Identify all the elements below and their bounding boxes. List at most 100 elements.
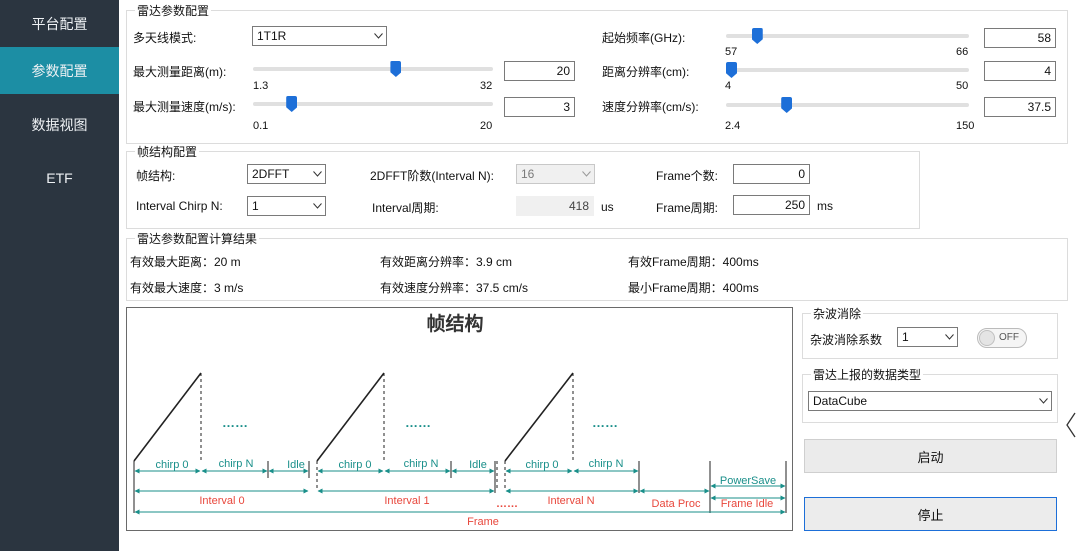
chevron-down-icon [373, 27, 383, 45]
clutter-coef-select[interactable]: 1 [897, 327, 958, 347]
frame-count-label: Frame个数: [656, 169, 719, 183]
label-chirp0-c: chirp 0 [525, 459, 558, 471]
chirp-ramp-0 [133, 372, 202, 462]
chevron-down-icon [581, 165, 591, 183]
label-intervalN: Interval N [547, 495, 594, 507]
label-chirpN-a: chirp N [219, 458, 254, 470]
frame-structure-diagram: 帧结构 …… …… …… chirp 0 chirp N Idle chirp … [126, 307, 793, 531]
speed-res-input[interactable]: 37.5 [984, 97, 1056, 117]
result-max-range: 有效最大距离：20 m [130, 255, 241, 269]
range-res-label: 距离分辨率(cm): [602, 65, 690, 79]
result-max-speed: 有效最大速度：3 m/s [130, 281, 244, 295]
antenna-mode-label: 多天线模式: [133, 31, 197, 45]
label-interval0: Interval 0 [199, 495, 244, 507]
start-freq-max: 66 [956, 46, 969, 58]
max-speed-min: 0.1 [253, 120, 269, 132]
max-speed-label: 最大测量速度(m/s): [133, 100, 236, 114]
frame-period-label: Frame周期: [656, 201, 719, 215]
antenna-mode-value: 1T1R [257, 29, 287, 43]
chevron-left-icon[interactable] [1064, 412, 1078, 438]
max-range-min: 1.3 [253, 80, 269, 92]
start-freq-input[interactable]: 58 [984, 28, 1056, 48]
chirp-ellipsis-1: …… [405, 415, 431, 430]
chirp-ramp-1 [316, 372, 385, 462]
range-res-input[interactable]: 4 [984, 61, 1056, 81]
range-res-min: 4 [725, 80, 732, 92]
frame-structure-value: 2DFFT [252, 167, 290, 181]
label-chirpN-b: chirp N [404, 458, 439, 470]
start-freq-min: 57 [725, 46, 738, 58]
sidebar-item-data-view[interactable]: 数据视图 [0, 101, 119, 148]
label-frame-idle: Frame Idle [721, 498, 774, 510]
chevron-down-icon [944, 328, 954, 346]
toggle-text: OFF [999, 332, 1019, 343]
interval-period-label: Interval周期: [372, 201, 439, 215]
interval-period-value: 418 [516, 196, 594, 216]
result-range-res: 有效距离分辨率：3.9 cm [380, 255, 513, 269]
range-res-max: 50 [956, 80, 969, 92]
chirp-ellipsis-0: …… [222, 415, 248, 430]
report-type-select[interactable]: DataCube [808, 391, 1052, 411]
chirp-ellipsis-2: …… [592, 415, 618, 430]
fft-order-value: 16 [521, 167, 535, 181]
result-frame-period: 有效Frame周期：400ms [628, 255, 759, 269]
max-speed-input[interactable]: 3 [504, 97, 575, 117]
radar-config-legend: 雷达参数配置 [137, 4, 210, 18]
label-idle-a: Idle [287, 459, 305, 471]
max-range-slider-track[interactable] [253, 67, 493, 71]
interval-period-unit: us [601, 200, 614, 214]
sidebar: 平台配置 参数配置 数据视图 ETF [0, 0, 119, 551]
results-legend: 雷达参数配置计算结果 [137, 232, 258, 246]
fft-order-select[interactable]: 16 [516, 164, 595, 184]
label-chirp0-a: chirp 0 [155, 459, 188, 471]
chirp-ramps [133, 372, 574, 462]
label-interval1: Interval 1 [384, 495, 429, 507]
stop-button[interactable]: 停止 [804, 497, 1057, 531]
chevron-down-icon [312, 197, 322, 215]
frame-count-input[interactable]: 0 [733, 164, 810, 184]
speed-res-min: 2.4 [725, 120, 741, 132]
antenna-mode-select[interactable]: 1T1R [252, 26, 387, 46]
interval-chirp-value: 1 [252, 199, 259, 213]
label-idle-b: Idle [469, 459, 487, 471]
results-group: 雷达参数配置计算结果 [126, 230, 1068, 301]
interval-chirp-label: Interval Chirp N: [136, 199, 223, 213]
frame-config-legend: 帧结构配置 [137, 145, 198, 159]
result-min-frame-period: 最小Frame周期：400ms [628, 281, 759, 295]
fft-order-label: 2DFFT阶数(Interval N): [370, 169, 495, 183]
content-edge [119, 0, 122, 551]
report-type-value: DataCube [813, 394, 868, 408]
max-range-label: 最大测量距离(m): [133, 65, 227, 79]
sidebar-item-platform-config[interactable]: 平台配置 [0, 0, 119, 47]
diagram-title: 帧结构 [426, 312, 483, 335]
sidebar-item-param-config[interactable]: 参数配置 [0, 47, 119, 94]
chirp-ramp-2 [504, 372, 574, 462]
chirp-row-arrows [134, 468, 786, 489]
report-type-legend: 雷达上报的数据类型 [813, 368, 922, 382]
clutter-legend: 杂波消除 [813, 307, 862, 321]
speed-res-slider-track[interactable] [726, 103, 969, 107]
speed-res-label: 速度分辨率(cm/s): [602, 100, 699, 114]
speed-res-max: 150 [956, 120, 975, 132]
chirp-row-labels: chirp 0 chirp N Idle chirp 0 chirp N Idl… [155, 458, 776, 487]
sidebar-item-etf[interactable]: ETF [0, 154, 119, 201]
clutter-coef-label: 杂波消除系数 [810, 333, 883, 347]
max-range-input[interactable]: 20 [504, 61, 575, 81]
max-range-max: 32 [480, 80, 493, 92]
start-button[interactable]: 启动 [804, 439, 1057, 473]
chevron-down-icon [1038, 392, 1048, 410]
range-res-slider-track[interactable] [726, 68, 969, 72]
chevron-down-icon [312, 165, 322, 183]
interval-chirp-select[interactable]: 1 [247, 196, 326, 216]
label-chirp0-b: chirp 0 [338, 459, 371, 471]
frame-structure-svg: 帧结构 …… …… …… chirp 0 chirp N Idle chirp … [133, 312, 787, 528]
toggle-knob [979, 330, 995, 346]
start-freq-label: 起始频率(GHz): [602, 31, 686, 45]
label-power-save: PowerSave [720, 475, 776, 487]
result-speed-res: 有效速度分辨率：37.5 cm/s [380, 281, 529, 295]
frame-structure-select[interactable]: 2DFFT [247, 164, 326, 184]
frame-period-input[interactable]: 250 [733, 195, 810, 215]
frame-config-group: 帧结构配置 [126, 143, 920, 229]
max-speed-max: 20 [480, 120, 493, 132]
clutter-toggle[interactable]: OFF [977, 328, 1027, 348]
